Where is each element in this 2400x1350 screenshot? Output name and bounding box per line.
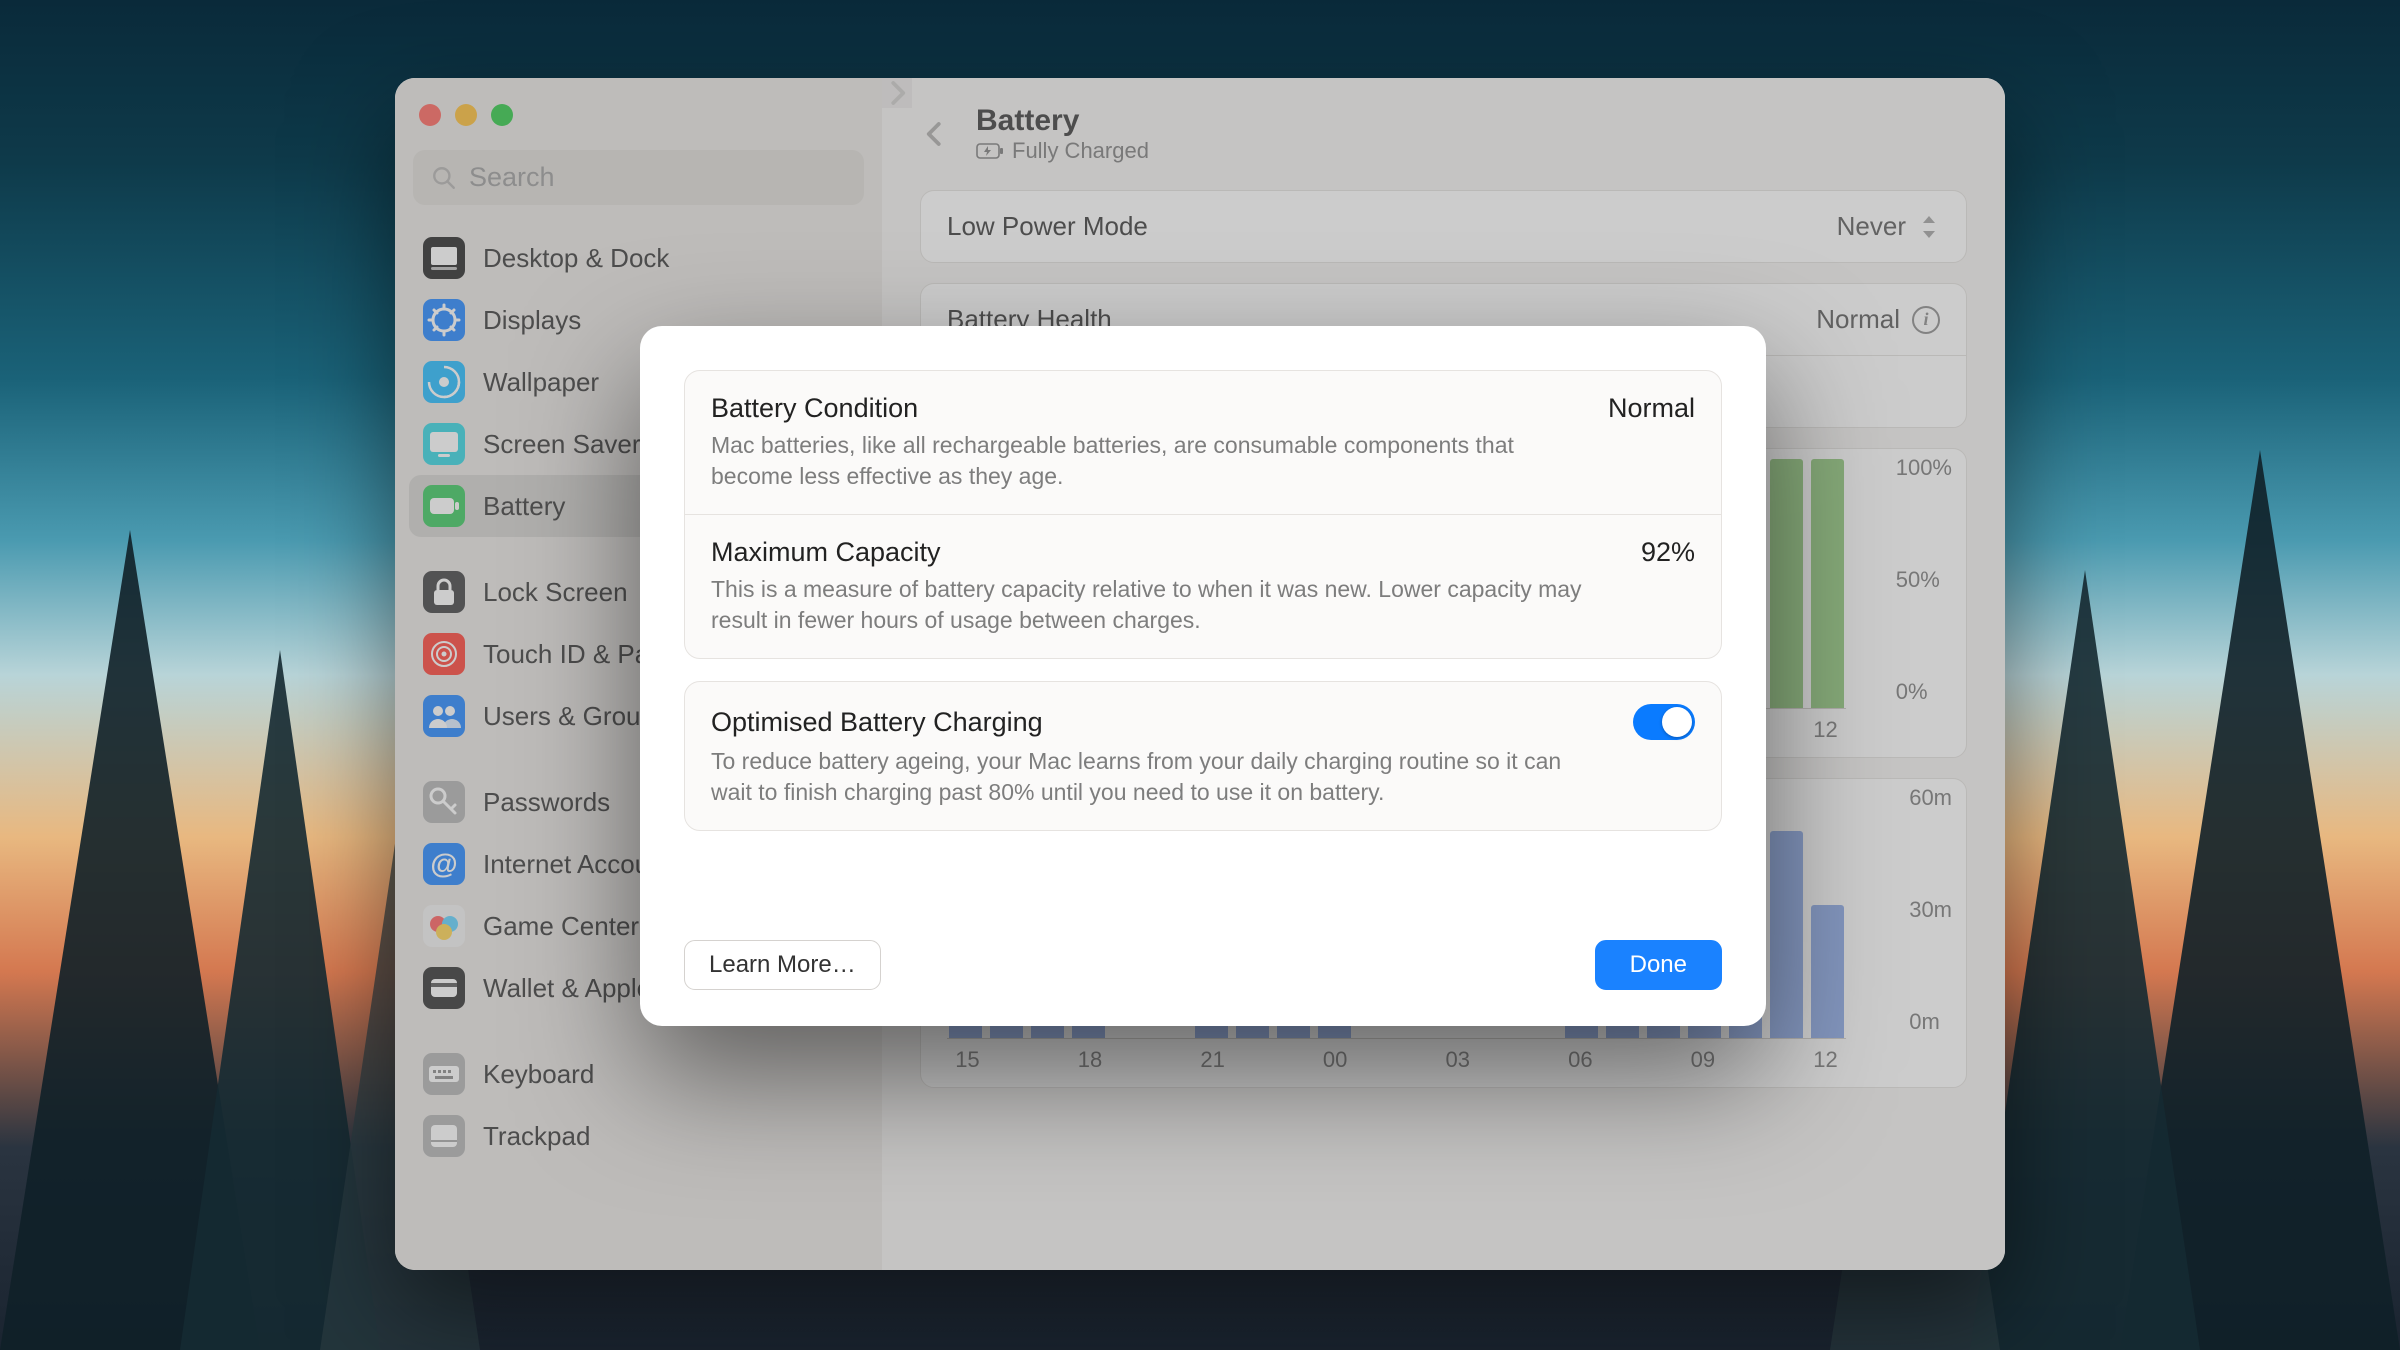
minimize-icon[interactable] [455, 104, 477, 126]
forward-icon[interactable] [882, 78, 912, 108]
svg-text:@: @ [430, 848, 457, 879]
search-input[interactable]: Search [413, 150, 864, 205]
y-tick-label: 0% [1896, 679, 1928, 705]
x-tick-label: 03 [1437, 1047, 1478, 1073]
panel-header: Battery Fully Charged [920, 98, 1967, 190]
touchid-icon [423, 633, 465, 675]
row-title: Optimised Battery Charging [711, 707, 1043, 738]
sidebar-item-trackpad[interactable]: Trackpad [409, 1105, 868, 1167]
low-power-mode-row[interactable]: Low Power Mode Never [921, 191, 1966, 262]
learn-more-button[interactable]: Learn More… [684, 940, 881, 990]
optimised-charging-toggle[interactable] [1633, 704, 1695, 740]
y-tick-label: 50% [1896, 567, 1940, 593]
x-tick-label [1356, 1047, 1397, 1073]
sidebar-item-label: Keyboard [483, 1059, 594, 1090]
screensaver-icon [423, 423, 465, 465]
wallpaper-icon [423, 361, 465, 403]
row-title: Maximum Capacity [711, 537, 941, 568]
back-icon[interactable] [920, 119, 950, 149]
x-tick-label: 18 [1070, 1047, 1111, 1073]
row-value: Normal [1816, 304, 1900, 335]
x-tick-label [1029, 1047, 1070, 1073]
page-subtitle: Fully Charged [976, 138, 1149, 164]
y-tick-label: 60m [1909, 785, 1952, 811]
x-tick-label [988, 1047, 1029, 1073]
page-title: Battery [976, 104, 1149, 138]
key-icon [423, 781, 465, 823]
x-tick-label: 12 [1805, 717, 1846, 743]
battery-health-modal: Battery Condition Normal Mac batteries, … [640, 326, 1766, 1026]
x-tick-label [1151, 1047, 1192, 1073]
row-value: Never [1837, 211, 1906, 242]
gamecenter-icon [423, 905, 465, 947]
keyboard-icon [423, 1053, 465, 1095]
row-description: This is a measure of battery capacity re… [711, 574, 1591, 636]
optimised-charging-card: Optimised Battery Charging To reduce bat… [684, 681, 1722, 831]
row-value: Normal [1608, 393, 1695, 424]
x-tick-label [1274, 1047, 1315, 1073]
y-tick-label: 100% [1896, 455, 1952, 481]
x-tick-label [1233, 1047, 1274, 1073]
sidebar-item-label: Battery [483, 491, 565, 522]
chevron-up-down-icon [1918, 216, 1940, 238]
x-tick-label: 21 [1192, 1047, 1233, 1073]
x-tick-label [1723, 1047, 1764, 1073]
x-tick-label [1519, 1047, 1560, 1073]
y-tick-label: 0m [1909, 1009, 1940, 1035]
trackpad-icon [423, 1115, 465, 1157]
sidebar-item-label: Trackpad [483, 1121, 590, 1152]
sidebar-item-label: Lock Screen [483, 577, 628, 608]
window-traffic-lights [409, 96, 868, 150]
users-icon [423, 695, 465, 737]
maximum-capacity-row: Maximum Capacity 92% This is a measure o… [685, 514, 1721, 658]
desktop-dock-icon [423, 237, 465, 279]
low-power-card: Low Power Mode Never [920, 190, 1967, 263]
battery-icon [423, 485, 465, 527]
battery-status-icon [976, 143, 1004, 159]
x-tick-label [1764, 717, 1805, 743]
x-tick-label [1478, 1047, 1519, 1073]
sidebar-item-label: Game Center [483, 911, 639, 942]
x-tick-label [1110, 1047, 1151, 1073]
x-tick-label [1396, 1047, 1437, 1073]
sidebar-item-label: Passwords [483, 787, 610, 818]
lock-icon [423, 571, 465, 613]
info-icon[interactable]: i [1912, 306, 1940, 334]
chart-bar [1811, 459, 1844, 708]
x-tick-label: 09 [1682, 1047, 1723, 1073]
chart-bar [1770, 459, 1803, 708]
battery-info-card: Battery Condition Normal Mac batteries, … [684, 370, 1722, 659]
at-icon: @ [423, 843, 465, 885]
row-description: To reduce battery ageing, your Mac learn… [711, 746, 1591, 808]
x-tick-label: 15 [947, 1047, 988, 1073]
sidebar-item-label: Screen Saver [483, 429, 641, 460]
sidebar-item-label: Wallpaper [483, 367, 599, 398]
y-tick-label: 30m [1909, 897, 1952, 923]
chart-bar [1811, 905, 1844, 1038]
x-tick-label: 00 [1315, 1047, 1356, 1073]
maximize-icon[interactable] [491, 104, 513, 126]
optimised-charging-row: Optimised Battery Charging To reduce bat… [685, 682, 1721, 830]
displays-icon [423, 299, 465, 341]
sidebar-item-desktop-dock[interactable]: Desktop & Dock [409, 227, 868, 289]
x-tick-label: 06 [1560, 1047, 1601, 1073]
close-icon[interactable] [419, 104, 441, 126]
sidebar-item-keyboard[interactable]: Keyboard [409, 1043, 868, 1105]
battery-condition-row: Battery Condition Normal Mac batteries, … [685, 371, 1721, 514]
x-tick-label: 12 [1805, 1047, 1846, 1073]
search-icon [431, 165, 457, 191]
search-placeholder: Search [469, 162, 555, 193]
done-button[interactable]: Done [1595, 940, 1722, 990]
wallet-icon [423, 967, 465, 1009]
row-label: Low Power Mode [947, 211, 1148, 242]
row-description: Mac batteries, like all rechargeable bat… [711, 430, 1591, 492]
chart-bar [1770, 831, 1803, 1039]
x-tick-label [1764, 1047, 1805, 1073]
row-value: 92% [1641, 537, 1695, 568]
x-tick-label [1642, 1047, 1683, 1073]
sidebar-item-label: Desktop & Dock [483, 243, 669, 274]
sidebar-item-label: Displays [483, 305, 581, 336]
row-title: Battery Condition [711, 393, 918, 424]
x-tick-label [1601, 1047, 1642, 1073]
